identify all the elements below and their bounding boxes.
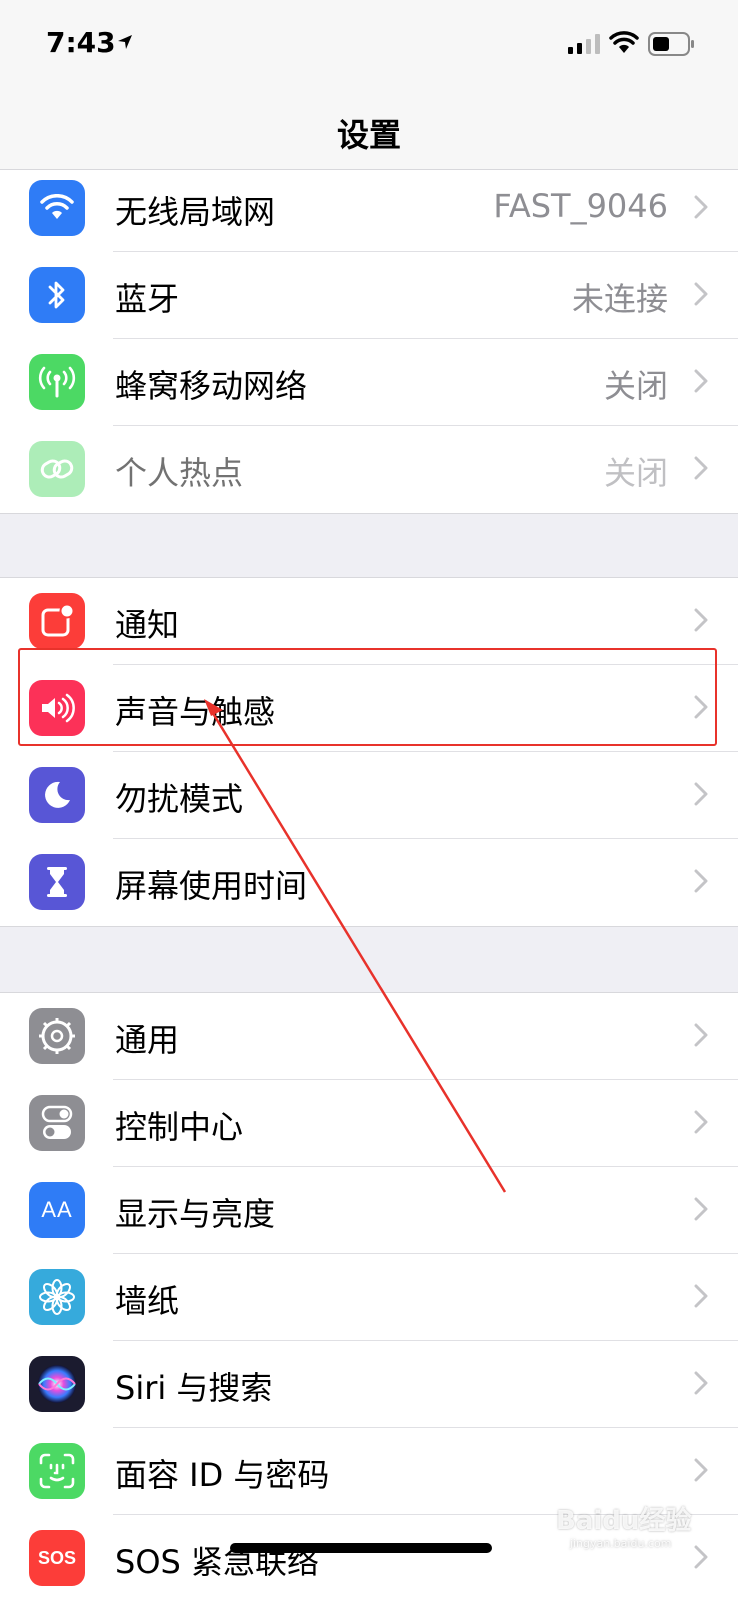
settings-row-label: 声音与触感 xyxy=(115,693,276,731)
siri-icon xyxy=(29,1356,85,1412)
wifi-status-icon xyxy=(609,31,639,53)
settings-row-value: 关闭 xyxy=(603,454,668,492)
moon-icon xyxy=(29,767,85,823)
settings-row-cellular[interactable]: 蜂窝移动网络 关闭 xyxy=(0,339,738,426)
status-time: 7:43 xyxy=(46,26,116,59)
settings-row-value: 未连接 xyxy=(571,280,668,318)
chevron-right-icon xyxy=(694,782,708,806)
cellular-signal-icon xyxy=(568,34,600,54)
chevron-right-icon xyxy=(694,1197,708,1221)
settings-row-label: 屏幕使用时间 xyxy=(115,867,308,905)
settings-row-value: FAST_9046 xyxy=(493,187,668,225)
page-title: 设置 xyxy=(336,116,401,154)
status-bar: 7:43 xyxy=(0,0,738,90)
settings-row-label: 个人热点 xyxy=(115,454,244,492)
chevron-right-icon xyxy=(694,456,708,480)
text-size-icon: AA xyxy=(29,1182,85,1238)
battery-icon xyxy=(648,32,694,56)
chevron-right-icon xyxy=(694,1371,708,1395)
settings-row-screen-time[interactable]: 屏幕使用时间 xyxy=(0,839,738,926)
location-arrow-icon xyxy=(118,35,132,49)
settings-row-label: 面容 ID 与密码 xyxy=(115,1456,330,1494)
toggles-icon xyxy=(29,1095,85,1151)
speaker-icon xyxy=(29,680,85,736)
settings-row-wifi[interactable]: 无线局域网 FAST_9046 xyxy=(0,165,738,252)
settings-row-label: 显示与亮度 xyxy=(115,1195,276,1233)
settings-row-label: 蓝牙 xyxy=(115,280,180,318)
settings-row-value: 关闭 xyxy=(603,367,668,405)
settings-row-label: 通用 xyxy=(115,1021,180,1059)
settings-row-label: 通知 xyxy=(115,606,180,644)
chevron-right-icon xyxy=(694,695,708,719)
baidu-watermark: Baidu经验 jingyan.baidu.com xyxy=(556,1500,691,1550)
hourglass-icon xyxy=(29,854,85,910)
settings-row-wallpaper[interactable]: 墙纸 xyxy=(0,1254,738,1341)
chevron-right-icon xyxy=(694,282,708,306)
settings-group-connectivity: 无线局域网 FAST_9046 蓝牙 未连接 蜂窝移动网络 关闭 个人热点 关闭 xyxy=(0,164,738,514)
chevron-right-icon xyxy=(694,608,708,632)
settings-row-notifications[interactable]: 通知 xyxy=(0,578,738,665)
settings-row-label: 勿扰模式 xyxy=(115,780,244,818)
sos-glyph: SOS xyxy=(37,1547,76,1568)
settings-row-sounds-haptics[interactable]: 声音与触感 xyxy=(0,665,738,752)
flower-icon xyxy=(29,1269,85,1325)
chevron-right-icon xyxy=(694,369,708,393)
antenna-icon xyxy=(29,354,85,410)
settings-row-bluetooth[interactable]: 蓝牙 未连接 xyxy=(0,252,738,339)
settings-row-label: 墙纸 xyxy=(115,1282,180,1320)
face-id-icon xyxy=(29,1443,85,1499)
chevron-right-icon xyxy=(694,869,708,893)
watermark-url: jingyan.baidu.com xyxy=(569,1537,672,1550)
home-indicator[interactable] xyxy=(230,1543,492,1553)
settings-row-label: Siri 与搜索 xyxy=(115,1369,273,1407)
bluetooth-icon xyxy=(29,267,85,323)
settings-row-label: 蜂窝移动网络 xyxy=(115,367,308,405)
chevron-right-icon xyxy=(694,1458,708,1482)
settings-row-label: 无线局域网 xyxy=(115,193,276,231)
chevron-right-icon xyxy=(694,195,708,219)
chevron-right-icon xyxy=(694,1284,708,1308)
chevron-right-icon xyxy=(694,1110,708,1134)
gear-icon xyxy=(29,1008,85,1064)
notification-icon xyxy=(29,593,85,649)
settings-row-hotspot[interactable]: 个人热点 关闭 xyxy=(0,426,738,513)
settings-row-label: 控制中心 xyxy=(115,1108,244,1146)
hotspot-link-icon xyxy=(29,441,85,497)
navigation-bar: 设置 xyxy=(0,90,738,170)
chevron-right-icon xyxy=(694,1023,708,1047)
chevron-right-icon xyxy=(694,1545,708,1569)
wifi-icon xyxy=(29,180,85,236)
settings-row-general[interactable]: 通用 xyxy=(0,993,738,1080)
settings-row-siri-search[interactable]: Siri 与搜索 xyxy=(0,1341,738,1428)
sos-icon: SOS xyxy=(29,1530,85,1586)
settings-row-do-not-disturb[interactable]: 勿扰模式 xyxy=(0,752,738,839)
settings-row-control-center[interactable]: 控制中心 xyxy=(0,1080,738,1167)
settings-group-notifications: 通知 声音与触感 勿扰模式 屏幕使用时间 xyxy=(0,577,738,927)
text-size-glyph: AA xyxy=(41,1197,73,1222)
settings-row-display-brightness[interactable]: AA 显示与亮度 xyxy=(0,1167,738,1254)
watermark-brand: Baidu经验 xyxy=(556,1506,692,1536)
